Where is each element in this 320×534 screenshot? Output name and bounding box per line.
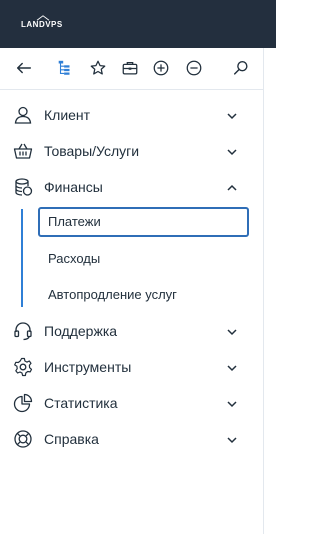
nav-item-help[interactable]: Справка [0, 421, 262, 457]
user-icon [13, 105, 33, 125]
logo-text: LANDVPS [21, 20, 63, 29]
submenu-item-autorenew[interactable]: Автопродление услуг [38, 280, 249, 310]
star-icon[interactable] [88, 58, 108, 78]
submenu-label-expenses: Расходы [48, 251, 101, 266]
briefcase-icon[interactable] [120, 58, 140, 78]
chevron-down-icon [226, 109, 238, 121]
nav-item-support[interactable]: Поддержка [0, 313, 262, 349]
minus-circle-icon[interactable] [184, 58, 204, 78]
submenu-indicator [21, 209, 23, 307]
tree-icon[interactable] [55, 58, 75, 78]
nav-label-help: Справка [44, 431, 99, 447]
lifebuoy-icon [13, 429, 33, 449]
basket-icon [13, 141, 33, 161]
nav-item-finance[interactable]: Финансы [0, 169, 262, 205]
chevron-down-icon [226, 397, 238, 409]
nav-item-statistics[interactable]: Статистика [0, 385, 262, 421]
search-icon[interactable] [231, 58, 251, 78]
nav-label-statistics: Статистика [44, 395, 118, 411]
nav-label-products: Товары/Услуги [44, 143, 140, 159]
nav-label-support: Поддержка [44, 323, 118, 339]
submenu-label-payments: Платежи [48, 214, 101, 229]
toolbar [0, 48, 276, 90]
nav-label-finance: Финансы [44, 179, 103, 195]
coins-icon [13, 177, 33, 197]
nav-label-client: Клиент [44, 107, 91, 123]
nav-item-tools[interactable]: Инструменты [0, 349, 262, 385]
panel-edge [263, 48, 277, 534]
top-bar: LANDVPS [0, 0, 276, 48]
back-icon[interactable] [14, 58, 34, 78]
chevron-up-icon [226, 181, 238, 193]
submenu-item-expenses[interactable]: Расходы [38, 244, 249, 274]
submenu-label-autorenew: Автопродление услуг [48, 287, 177, 302]
nav-item-products[interactable]: Товары/Услуги [0, 133, 262, 169]
plus-circle-icon[interactable] [151, 58, 171, 78]
chevron-down-icon [226, 145, 238, 157]
chevron-down-icon [226, 433, 238, 445]
logo[interactable]: LANDVPS [21, 15, 65, 35]
pie-chart-icon [13, 393, 33, 413]
nav-label-tools: Инструменты [44, 359, 132, 375]
gear-icon [13, 357, 33, 377]
chevron-down-icon [226, 361, 238, 373]
headset-icon [13, 321, 33, 341]
nav-item-client[interactable]: Клиент [0, 97, 262, 133]
submenu-item-payments[interactable]: Платежи [38, 207, 249, 237]
chevron-down-icon [226, 325, 238, 337]
